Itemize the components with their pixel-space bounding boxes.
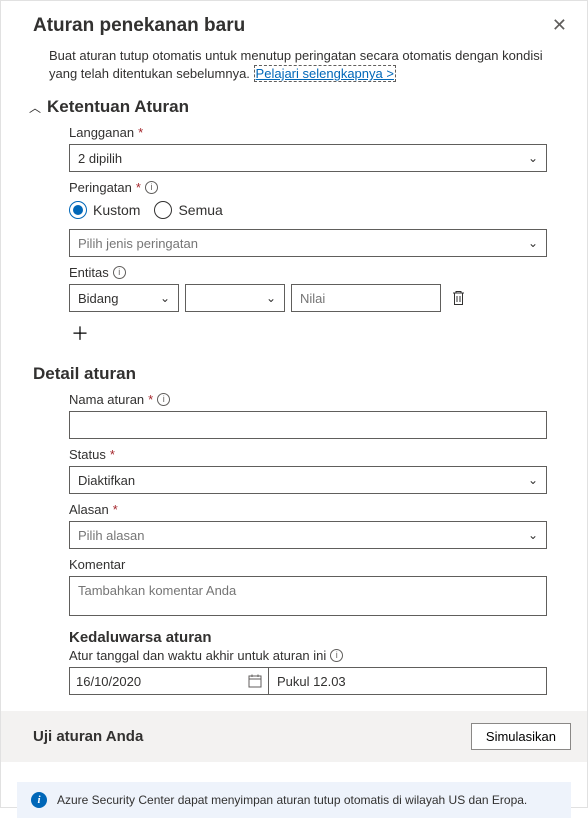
alert-type-placeholder: Pilih jenis peringatan [78,236,198,251]
expiration-desc: Atur tanggal dan waktu akhir untuk atura… [69,648,326,663]
expiration-date-value: 16/10/2020 [76,674,141,689]
info-icon[interactable]: i [330,649,343,662]
test-rule-title: Uji aturan Anda [33,728,143,745]
required-marker: * [136,180,141,195]
entity-field-value: Bidang [78,291,118,306]
simulate-button[interactable]: Simulasikan [471,723,571,750]
entity-value-input[interactable] [291,284,441,312]
description-text: Buat aturan tutup otomatis untuk menutup… [1,37,587,83]
delete-entity-button[interactable] [447,290,470,306]
details-title: Detail aturan [1,346,587,384]
alerts-radio-all[interactable]: Semua [154,201,222,219]
rule-name-input[interactable] [69,411,547,439]
alert-type-select[interactable]: Pilih jenis peringatan ⌄ [69,229,547,257]
comment-textarea[interactable] [69,576,547,616]
info-icon: i [31,792,47,808]
chevron-down-icon: ⌄ [266,291,276,305]
calendar-icon [248,674,262,688]
add-entity-button[interactable]: ＋ [69,320,91,346]
alerts-radio-custom[interactable]: Kustom [69,201,140,219]
alerts-radio-all-label: Semua [178,202,222,218]
subscription-select[interactable]: 2 dipilih ⌄ [69,144,547,172]
expiration-time-input[interactable]: Pukul 12.03 [269,667,547,695]
required-marker: * [138,125,143,140]
plus-icon: ＋ [71,324,89,344]
chevron-down-icon: ⌄ [528,528,538,542]
rule-name-label: Nama aturan [69,392,144,407]
close-icon: ✕ [552,15,567,35]
chevron-down-icon: ⌄ [528,151,538,165]
chevron-down-icon: ⌄ [160,291,170,305]
expiration-date-input[interactable]: 16/10/2020 [69,667,269,695]
entity-operator-select[interactable]: ⌄ [185,284,285,312]
alerts-label: Peringatan [69,180,132,195]
reason-label: Alasan [69,502,109,517]
status-value: Diaktifkan [78,473,135,488]
trash-icon [451,290,466,306]
learn-more-link[interactable]: Pelajari selengkapnya > [254,65,396,82]
subscription-label: Langganan [69,125,134,140]
reason-placeholder: Pilih alasan [78,528,145,543]
entity-field-select[interactable]: Bidang ⌄ [69,284,179,312]
info-icon[interactable]: i [145,181,158,194]
required-marker: * [113,502,118,517]
alerts-radio-custom-label: Kustom [93,202,140,218]
expiration-title: Kedaluwarsa aturan [69,629,547,646]
info-icon[interactable]: i [157,393,170,406]
chevron-up-icon: ︿ [29,99,41,116]
expiration-time-value: Pukul 12.03 [277,674,346,689]
chevron-down-icon: ⌄ [528,236,538,250]
entities-label: Entitas [69,265,109,280]
required-marker: * [110,447,115,462]
status-select[interactable]: Diaktifkan ⌄ [69,466,547,494]
close-button[interactable]: ✕ [548,15,571,36]
info-banner: i Azure Security Center dapat menyimpan … [17,782,571,818]
status-label: Status [69,447,106,462]
reason-select[interactable]: Pilih alasan ⌄ [69,521,547,549]
required-marker: * [148,392,153,407]
conditions-section-header[interactable]: ︿ Ketentuan Aturan [1,83,587,117]
info-banner-text: Azure Security Center dapat menyimpan at… [57,793,527,807]
comment-label: Komentar [69,557,125,572]
info-icon[interactable]: i [113,266,126,279]
subscription-value: 2 dipilih [78,151,122,166]
chevron-down-icon: ⌄ [528,473,538,487]
conditions-title: Ketentuan Aturan [47,97,189,117]
page-title: Aturan penekanan baru [33,15,245,37]
